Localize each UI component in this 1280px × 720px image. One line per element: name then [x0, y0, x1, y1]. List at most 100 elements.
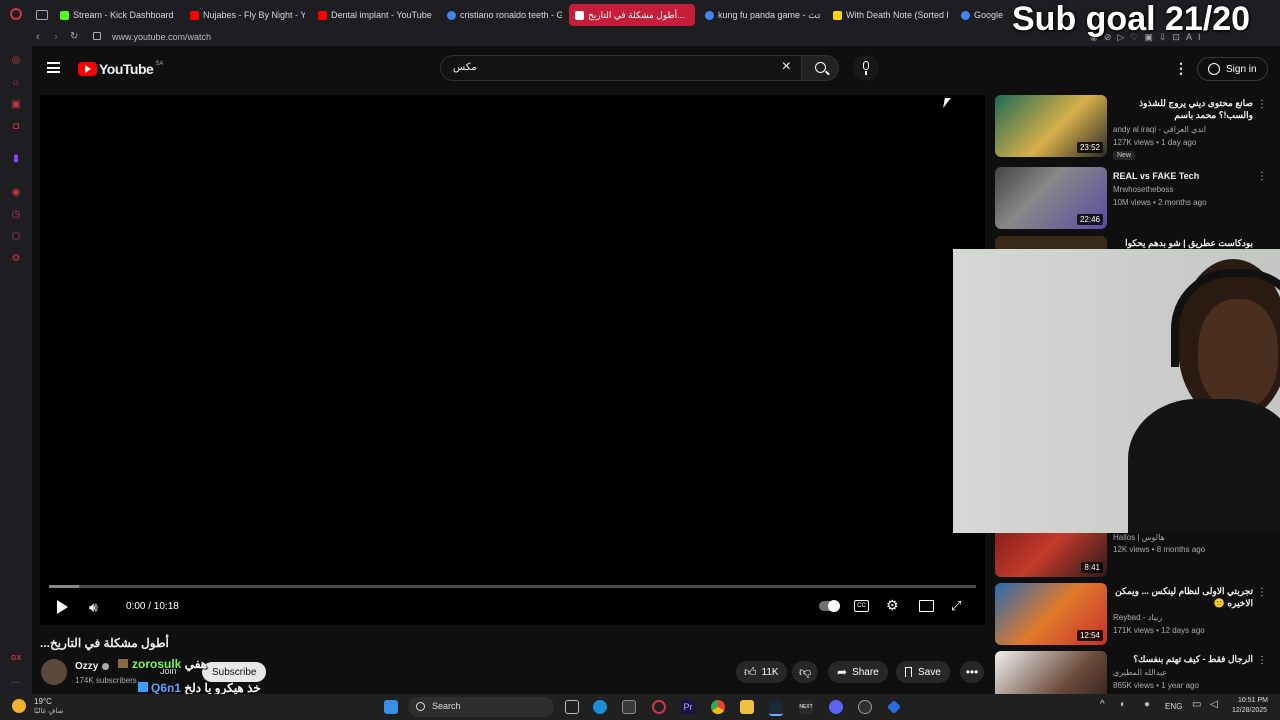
- back-icon[interactable]: ‹: [36, 31, 40, 43]
- recommendation-item[interactable]: 12:54 تجربتي الاولى لنظام لينكس ... ويمك…: [995, 583, 1267, 649]
- search-input[interactable]: مكس ×: [440, 55, 802, 81]
- weather-icon[interactable]: [12, 699, 26, 713]
- aria-icon[interactable]: ◎: [11, 56, 21, 66]
- progress-bar[interactable]: [49, 585, 976, 588]
- browser-tab[interactable]: With Death Note (Sorted b: [833, 4, 948, 26]
- premiere-icon[interactable]: Pr: [681, 700, 695, 714]
- video-player[interactable]: 🔊︎ 0:00 / 10:18 CC ⚙ ⤢: [40, 95, 985, 625]
- fullscreen-icon[interactable]: ⤢: [951, 598, 961, 614]
- steam-icon[interactable]: [769, 700, 783, 716]
- volume-icon[interactable]: 🔊︎: [89, 599, 98, 616]
- video-thumbnail[interactable]: 12:54: [995, 583, 1107, 645]
- edge-icon[interactable]: [593, 700, 607, 714]
- twitch-icon[interactable]: ▮: [11, 154, 21, 164]
- more-options-icon[interactable]: ⋮: [1174, 60, 1188, 77]
- tab-overview-icon[interactable]: [36, 10, 48, 20]
- dislike-button[interactable]: 👎︎: [792, 661, 819, 683]
- app-icon[interactable]: [887, 700, 901, 714]
- next-app-icon[interactable]: NEXT: [799, 700, 813, 714]
- browser-tab[interactable]: Dental implant - YouTube: [318, 4, 438, 26]
- save-button[interactable]: Save: [896, 661, 950, 683]
- url-field[interactable]: www.youtube.com/watch: [112, 32, 211, 42]
- opera-logo-icon[interactable]: [10, 8, 22, 20]
- browser-tab[interactable]: Stream - Kick Dashboard: [60, 4, 185, 26]
- forward-icon[interactable]: ›: [54, 31, 58, 43]
- miniplayer-icon[interactable]: [919, 600, 934, 612]
- task-view-icon[interactable]: [565, 700, 579, 714]
- video-thumbnail[interactable]: 23:52: [995, 95, 1107, 157]
- captions-icon[interactable]: CC: [854, 600, 869, 612]
- tab-label: Google: [974, 10, 1004, 20]
- video-thumbnail[interactable]: [995, 651, 1107, 694]
- file-explorer-icon[interactable]: [740, 700, 754, 714]
- autoplay-toggle[interactable]: [819, 600, 840, 612]
- like-button[interactable]: 👍︎ 11K: [736, 661, 787, 683]
- share-button[interactable]: ➦ Share: [828, 661, 888, 683]
- opera-gx-icon[interactable]: [652, 700, 666, 714]
- browser-tab-active[interactable]: أطول مشكلة في التاريخ...: [569, 4, 695, 26]
- channel-name[interactable]: Hallos | هالوس: [1113, 533, 1165, 542]
- video-thumbnail[interactable]: 8:41: [995, 533, 1107, 577]
- messenger-icon[interactable]: ▣: [11, 100, 21, 110]
- music-icon[interactable]: ◉: [11, 188, 21, 198]
- clock-date[interactable]: 12/28/2025: [1232, 707, 1267, 714]
- tray-icon[interactable]: ◐: [1120, 699, 1126, 710]
- browser-tab[interactable]: Google: [961, 4, 1011, 26]
- network-icon[interactable]: ▭: [1192, 699, 1201, 710]
- video-thumbnail[interactable]: [995, 236, 1107, 250]
- subscribe-button[interactable]: Subscribe: [202, 662, 267, 682]
- item-menu-icon[interactable]: ⋮: [1257, 587, 1267, 598]
- chat-message-2: Q6n1 خذ هيكرو يا دلخ: [138, 681, 261, 695]
- menu-icon[interactable]: [47, 62, 60, 73]
- channel-name[interactable]: عبدالله المطيري: [1113, 668, 1167, 677]
- history-icon[interactable]: ◷: [11, 210, 21, 220]
- subscriber-count: 174K subscribers: [75, 676, 137, 685]
- more-icon[interactable]: …: [11, 676, 21, 686]
- recommendation-item[interactable]: 8:41 Hallos | هالوس 12K views • 8 months…: [995, 533, 1265, 577]
- recommendation-item[interactable]: 22:46 REAL vs FAKE Tech Mrwhosetheboss 1…: [995, 167, 1267, 237]
- store-icon[interactable]: [622, 700, 636, 714]
- channel-avatar[interactable]: [41, 659, 67, 685]
- video-thumbnail[interactable]: 22:46: [995, 167, 1107, 229]
- channel-name[interactable]: andy al iraqi - اندي العراقي: [1113, 125, 1206, 134]
- browser-tab[interactable]: kung fu panda game - بحث: [705, 4, 820, 26]
- settings-icon[interactable]: ⚙: [11, 254, 21, 264]
- home-icon[interactable]: ⌂: [11, 78, 21, 88]
- extensions-icon[interactable]: ⬡: [11, 232, 21, 242]
- more-actions-button[interactable]: •••: [960, 661, 984, 683]
- item-menu-icon[interactable]: ⋮: [1257, 99, 1267, 110]
- channel-name[interactable]: Mrwhosetheboss: [1113, 185, 1173, 194]
- search-button[interactable]: [801, 55, 839, 81]
- channel-name[interactable]: Ozzy: [75, 661, 98, 672]
- language-indicator[interactable]: ENG: [1165, 702, 1182, 711]
- youtube-logo[interactable]: YouTube SA: [78, 61, 163, 77]
- sign-in-button[interactable]: Sign in: [1197, 57, 1268, 81]
- clock-time[interactable]: 10:51 PM: [1238, 697, 1268, 704]
- recommendation-item[interactable]: الرجال فقط - كيف تهتم بنفسك؟ عبدالله الم…: [995, 651, 1265, 694]
- recommendation-item[interactable]: 23:52 صانع محتوى ديني يروج للشذوذ والسب!…: [995, 95, 1267, 165]
- browser-tab[interactable]: Nujabes - Fly By Night - Y: [190, 4, 305, 26]
- instagram-icon[interactable]: ◘: [11, 122, 21, 132]
- video-duration: 23:52: [1076, 142, 1103, 153]
- taskbar-search[interactable]: Search: [408, 697, 554, 717]
- item-menu-icon[interactable]: ⋮: [1257, 171, 1267, 182]
- play-icon[interactable]: [57, 600, 68, 614]
- webcam-overlay: [953, 249, 1280, 533]
- obs-icon[interactable]: [858, 700, 872, 714]
- voice-search-button[interactable]: [853, 55, 879, 81]
- thumbs-up-icon: 👍︎: [744, 664, 757, 679]
- gx-icon[interactable]: GX: [11, 654, 21, 664]
- channel-name[interactable]: Reybad - ريباد: [1113, 613, 1162, 622]
- tray-mic-icon[interactable]: ●: [1144, 699, 1150, 710]
- settings-gear-icon[interactable]: ⚙: [886, 597, 899, 614]
- clear-search-icon[interactable]: ×: [782, 58, 791, 76]
- reload-icon[interactable]: ↻: [70, 31, 78, 42]
- chrome-icon[interactable]: [711, 700, 725, 714]
- windows-start-icon[interactable]: [384, 700, 398, 714]
- recommendation-item[interactable]: بودكاست عطريق | شو بدهم يحكوا علي: [995, 236, 1265, 250]
- discord-icon[interactable]: [829, 700, 843, 714]
- item-menu-icon[interactable]: ⋮: [1257, 655, 1265, 666]
- browser-tab[interactable]: cristiano ronaldo teeth - G: [447, 4, 562, 26]
- tray-chevron-icon[interactable]: ^: [1100, 699, 1105, 710]
- speaker-icon[interactable]: ◁: [1210, 699, 1218, 710]
